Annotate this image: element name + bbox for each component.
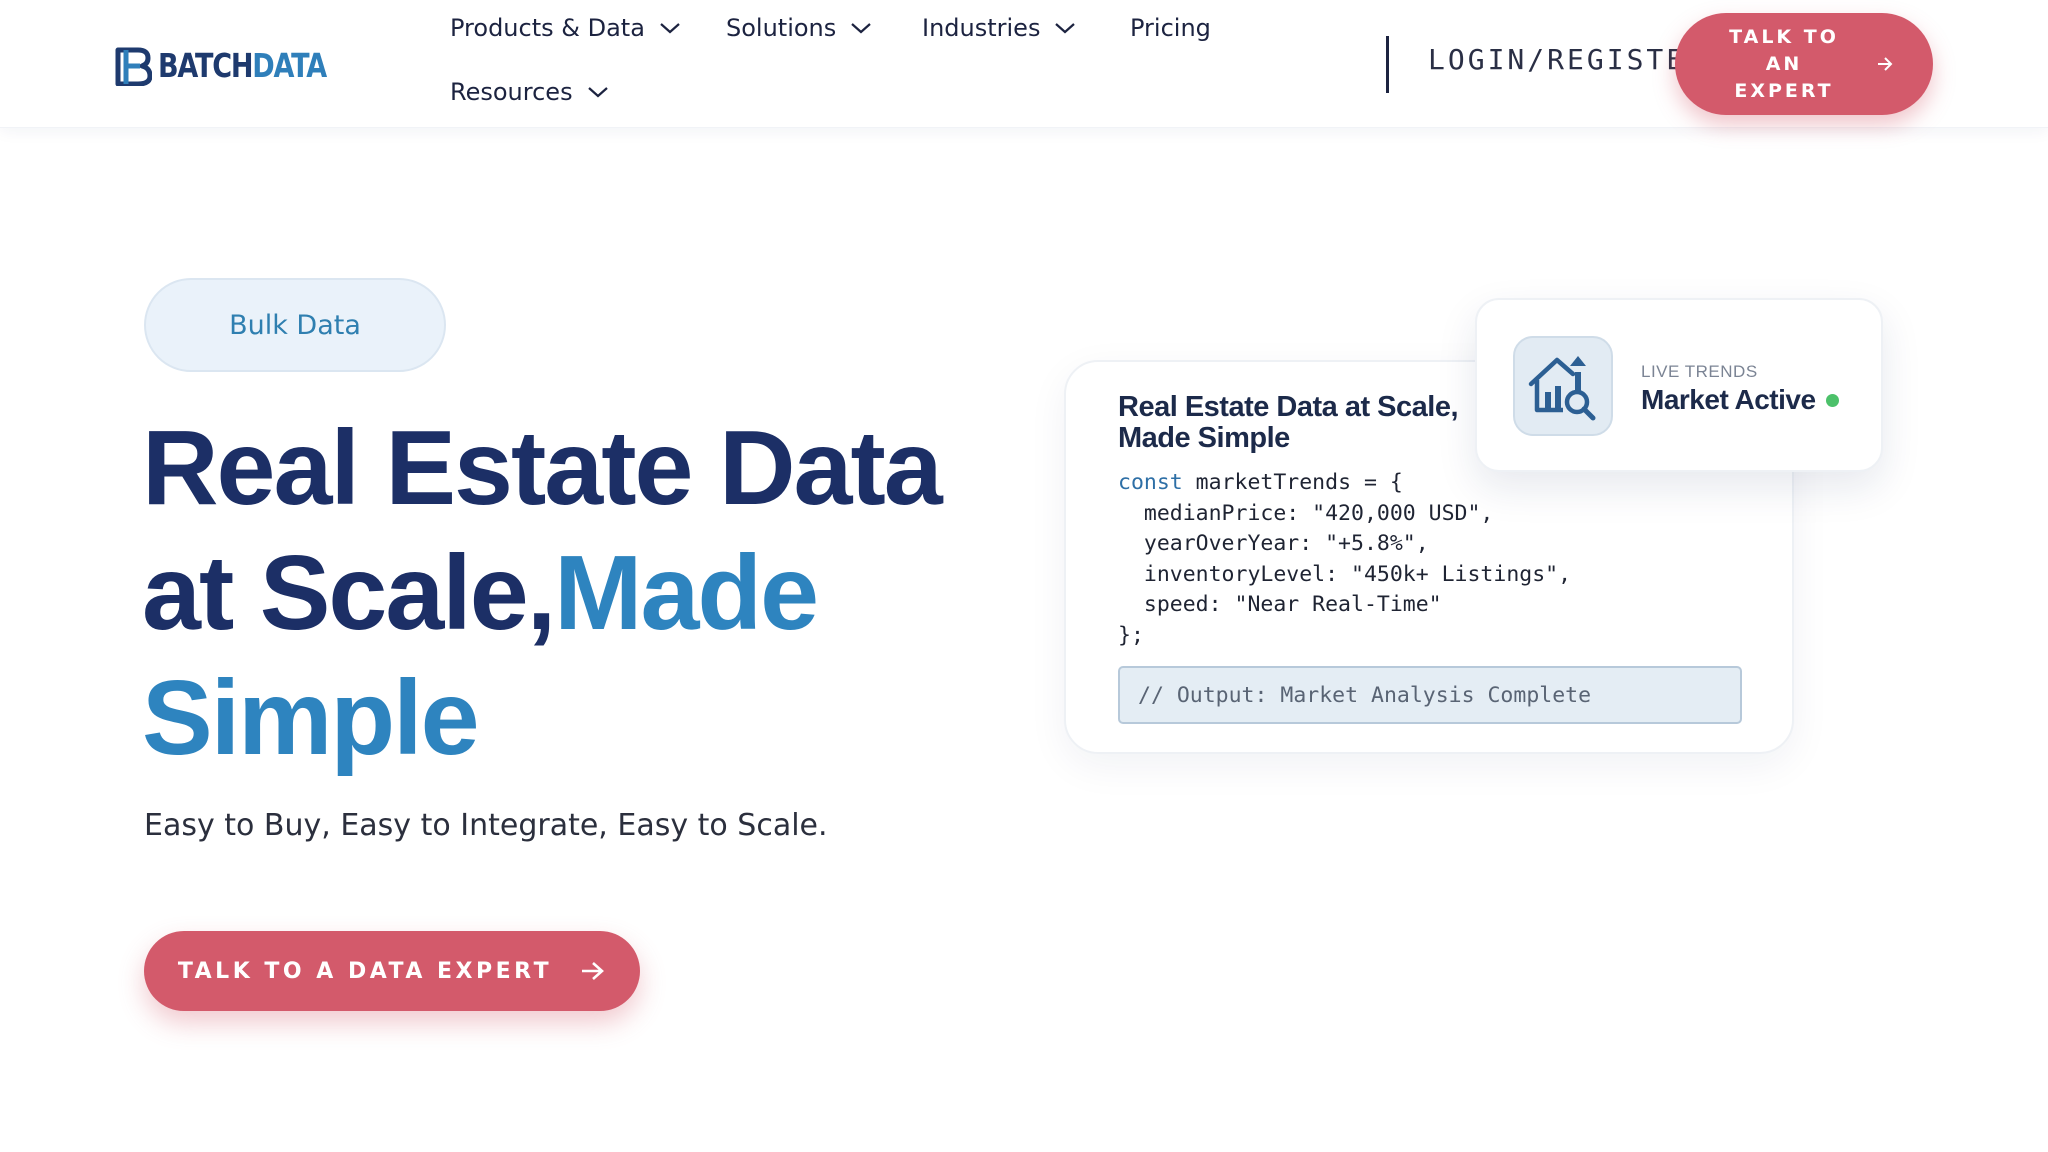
- code-keyword: const: [1118, 470, 1183, 495]
- hero-subtitle: Easy to Buy, Easy to Integrate, Easy to …: [144, 808, 828, 843]
- cta-label: TALK TO A DATA EXPERT: [177, 958, 553, 984]
- code-line: speed: "Near Real-Time": [1118, 592, 1442, 617]
- code-snippet: const marketTrends = { medianPrice: "420…: [1118, 468, 1571, 651]
- logo-text: BATCHDATA: [158, 46, 327, 86]
- site-header: BATCHDATA Products & Data Solutions Indu…: [0, 0, 2048, 128]
- code-line: yearOverYear: "+5.8%",: [1118, 531, 1429, 556]
- code-line: marketTrends = {: [1182, 470, 1403, 495]
- hero-title-line-3: Simple: [142, 659, 480, 777]
- trend-icon-container: [1513, 336, 1613, 436]
- hero-title-part-made: Made: [554, 534, 819, 652]
- code-output-box: // Output: Market Analysis Complete: [1118, 666, 1742, 724]
- code-line: medianPrice: "420,000 USD",: [1118, 500, 1494, 526]
- hero-title-line-2: at Scale,Made: [142, 531, 1042, 656]
- login-register-link[interactable]: LOGIN/REGISTER: [1428, 40, 1678, 80]
- hero-title-line-1: Real Estate Data: [142, 409, 943, 527]
- chevron-down-icon: [1055, 23, 1076, 34]
- talk-to-data-expert-button[interactable]: TALK TO A DATA EXPERT: [144, 931, 640, 1011]
- nav-item-label: Resources: [450, 78, 573, 106]
- nav-item-resources[interactable]: Resources: [450, 78, 609, 106]
- logo-text-data: DATA: [252, 46, 327, 85]
- batchdata-logo-icon: [115, 47, 152, 86]
- arrow-right-icon: [582, 962, 605, 980]
- code-line: inventoryLevel: "450k+ Listings",: [1118, 561, 1572, 587]
- talk-to-expert-button[interactable]: TALK TO AN EXPERT: [1675, 13, 1933, 115]
- house-chart-search-icon: [1528, 356, 1596, 421]
- code-card-title: Real Estate Data at Scale, Made Simple: [1118, 391, 1459, 454]
- hero-title: Real Estate Data at Scale,Made Simple: [142, 406, 1042, 781]
- status-dot-icon: [1825, 393, 1839, 407]
- live-trends-card: LIVE TRENDS Market Active: [1475, 298, 1883, 472]
- chevron-down-icon: [660, 23, 680, 34]
- market-status: Market Active: [1641, 384, 1839, 416]
- bulk-data-badge: Bulk Data: [144, 278, 446, 372]
- nav-item-products-data[interactable]: Products & Data: [450, 14, 681, 42]
- live-trends-label: LIVE TRENDS: [1641, 362, 1758, 381]
- code-line: };: [1118, 622, 1144, 648]
- nav-item-solutions[interactable]: Solutions: [726, 14, 872, 42]
- market-status-text: Market Active: [1641, 384, 1816, 415]
- nav-item-industries[interactable]: Industries: [922, 14, 1076, 42]
- nav-item-label: Pricing: [1130, 14, 1211, 42]
- brand-logo[interactable]: BATCHDATA: [114, 46, 363, 86]
- nav-item-label: Solutions: [726, 14, 837, 42]
- arrow-right-icon: [1878, 57, 1893, 71]
- chevron-down-icon: [587, 87, 608, 98]
- header-divider: [1386, 36, 1389, 93]
- nav-item-pricing[interactable]: Pricing: [1130, 14, 1211, 42]
- talk-to-expert-label: TALK TO AN EXPERT: [1729, 25, 1839, 102]
- chevron-down-icon: [851, 23, 872, 34]
- nav-item-label: Products & Data: [450, 14, 645, 42]
- nav-item-label: Industries: [922, 14, 1041, 42]
- hero-title-part-scale: at Scale,: [142, 534, 556, 652]
- logo-text-batch: BATCH: [158, 46, 254, 85]
